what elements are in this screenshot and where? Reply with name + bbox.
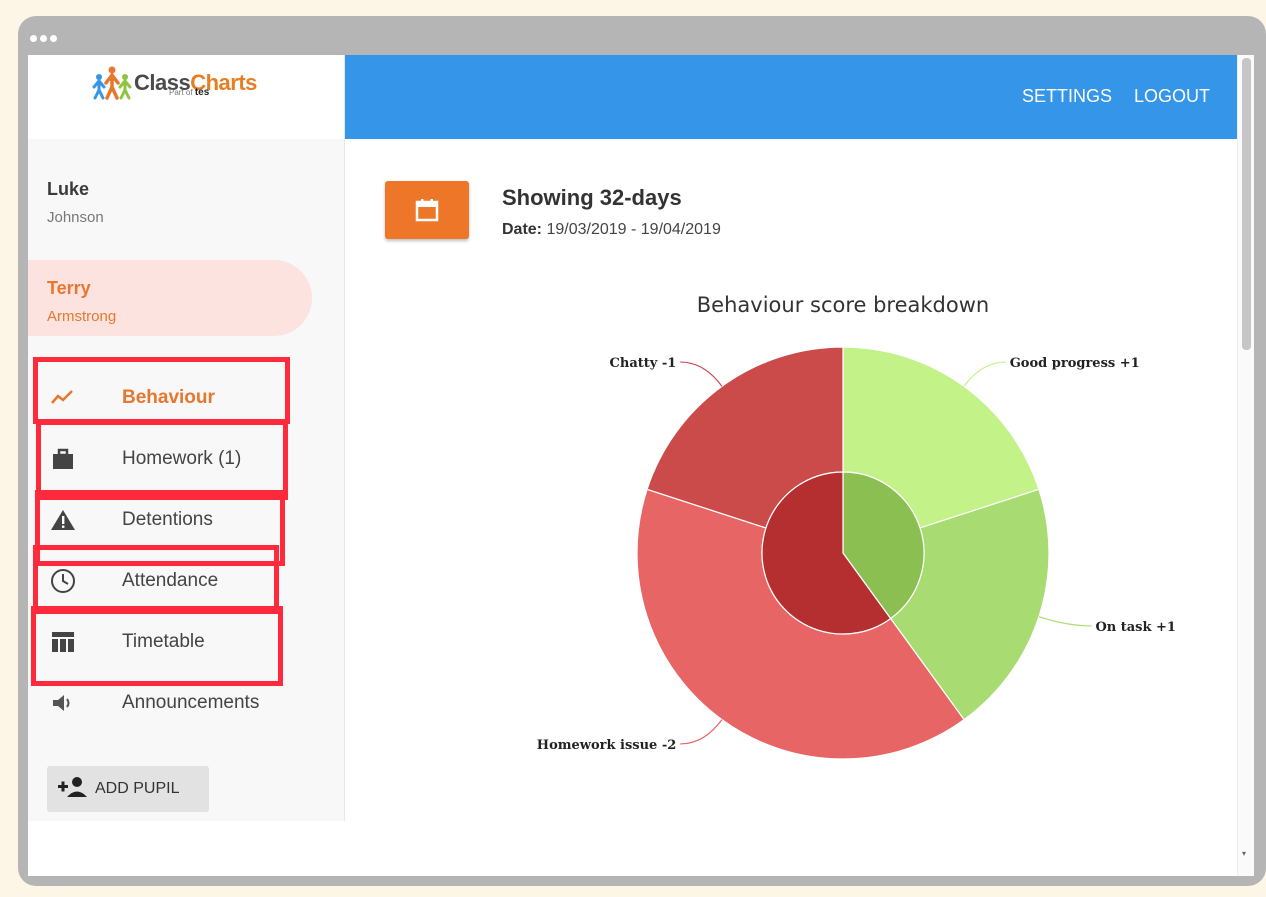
highlight-box-timetable [31,606,283,686]
scrollbar-thumb[interactable] [1242,58,1251,350]
pupil-luke-johnson[interactable]: Luke Johnson [28,161,312,237]
slice-connector-2 [680,719,723,745]
highlight-box-attendance [33,545,279,614]
speaker-icon [50,690,76,716]
slice-label-0: Good progress +1 [1010,356,1140,371]
pupil-last-name: Johnson [47,209,104,226]
vertical-scrollbar[interactable]: ▾ [1237,55,1254,876]
pupil-first-name: Luke [47,179,90,199]
add-pupil-button[interactable]: ADD PUPIL [47,766,209,812]
nav-item-announcements[interactable]: Announcements [28,683,345,723]
slice-label-2: Homework issue -2 [537,738,677,753]
logo-tagline: Part of tes [169,87,210,98]
date-picker-button[interactable] [385,181,469,239]
slice-connector-0 [963,361,1006,387]
settings-link[interactable]: SETTINGS [1022,86,1112,107]
pupil-first-name: Terry [47,278,91,298]
add-person-icon [57,776,89,803]
behaviour-pie-chart: Behaviour score breakdown Good progress … [537,293,1176,760]
scroll-down-arrow[interactable]: ▾ [1242,849,1246,858]
main-content: Showing 32-days Date: 19/03/2019 - 19/04… [345,139,1237,876]
nav-label: Announcements [122,692,260,713]
highlight-box-behaviour [33,357,290,424]
pupil-last-name: Armstrong [47,308,117,325]
period-date: Date: 19/03/2019 - 19/04/2019 [502,221,721,238]
slice-label-1: On task +1 [1095,620,1176,635]
slice-label-3: Chatty -1 [610,356,677,371]
slice-connector-1 [1038,616,1092,627]
calendar-icon [415,199,439,222]
chart-title: Behaviour score breakdown [697,293,989,317]
people-logo-icon [92,66,132,100]
bottom-strip [28,821,1237,876]
window-dots [30,35,57,42]
logo-area: ClassCharts Part of tes [28,55,344,139]
add-pupil-label: ADD PUPIL [95,780,180,797]
slice-connector-3 [680,361,723,387]
top-bar: SETTINGS LOGOUT [345,55,1254,139]
period-title: Showing 32-days [502,185,682,210]
logout-link[interactable]: LOGOUT [1134,86,1210,107]
pupil-terry-armstrong[interactable]: Terry Armstrong [28,260,312,336]
highlight-box-homework [36,420,288,500]
